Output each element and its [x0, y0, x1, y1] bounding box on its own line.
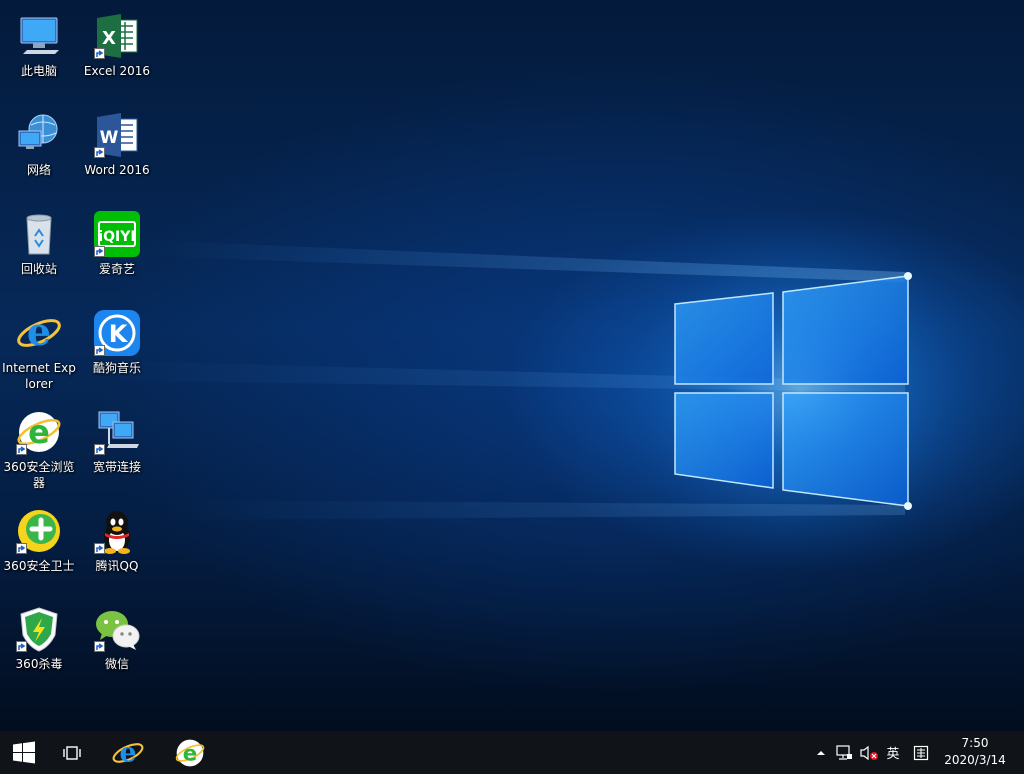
svg-text:X: X [102, 28, 116, 49]
desktop-icon-internet-explorer[interactable]: e Internet Explorer [1, 309, 77, 392]
360-browser-icon: e [175, 739, 205, 766]
shortcut-arrow-icon [94, 641, 105, 652]
desktop-icon-360-guard[interactable]: 360安全卫士 [1, 507, 77, 574]
taskbar: e e 英 7:50 2020/3/14 [0, 731, 1024, 774]
icon-label: 腾讯QQ [95, 559, 139, 573]
icon-label: 此电脑 [20, 64, 57, 78]
icon-label: Excel 2016 [83, 64, 151, 78]
shortcut-arrow-icon [16, 641, 27, 652]
desktop-icon-broadband[interactable]: 宽带连接 [79, 408, 155, 475]
taskbar-pinned-360-browser[interactable]: e [166, 731, 214, 774]
360-browser-icon: e [15, 408, 63, 456]
kugou-icon: K [93, 309, 141, 357]
desktop-icon-360-antivirus[interactable]: 360杀毒 [1, 605, 77, 672]
word-icon: W [93, 111, 141, 159]
desktop-icon-excel-2016[interactable]: X Excel 2016 [79, 12, 155, 79]
taskbar-clock[interactable]: 7:50 2020/3/14 [940, 735, 1010, 769]
icon-label: 360安全浏览器 [3, 460, 75, 490]
icon-label: 回收站 [20, 262, 57, 276]
network-status-icon [836, 744, 852, 760]
icon-label: 酷狗音乐 [92, 361, 141, 375]
network-icon [15, 111, 63, 159]
internet-explorer-icon: e [15, 309, 63, 357]
wechat-icon [93, 605, 141, 653]
desktop-icon-360-browser[interactable]: e 360安全浏览器 [1, 408, 77, 491]
chevron-up-icon [817, 750, 825, 755]
internet-explorer-icon: e [112, 737, 144, 768]
iqiyi-icon: iQIYI [93, 210, 141, 258]
ime-pinyin-icon [913, 745, 929, 760]
task-view-icon [63, 745, 81, 760]
recycle-bin-icon [15, 210, 63, 258]
desktop-icon-qq[interactable]: 腾讯QQ [79, 507, 155, 574]
shortcut-arrow-icon [16, 543, 27, 554]
svg-text:W: W [100, 128, 119, 148]
icon-label: 爱奇艺 [98, 262, 135, 276]
icon-label: Internet Explorer [2, 361, 76, 391]
windows-logo-icon [13, 741, 35, 763]
shortcut-arrow-icon [94, 345, 105, 356]
icon-label: 网络 [26, 163, 51, 177]
volume-muted-icon [860, 745, 878, 760]
360-antivirus-icon [15, 605, 63, 653]
svg-text:e: e [28, 413, 50, 451]
clock-date: 2020/3/14 [944, 753, 1006, 767]
icon-label: 360杀毒 [15, 657, 63, 671]
icon-label: 宽带连接 [92, 460, 141, 474]
icon-label: 微信 [104, 657, 129, 671]
shortcut-arrow-icon [94, 48, 105, 59]
clock-time: 7:50 [961, 736, 989, 750]
icon-label: Word 2016 [84, 163, 150, 177]
svg-text:iQIYI: iQIYI [98, 229, 135, 245]
svg-text:e: e [119, 737, 136, 768]
icon-label: 360安全卫士 [3, 559, 75, 573]
ime-mode-button[interactable] [910, 731, 932, 774]
volume-button[interactable] [857, 731, 881, 774]
start-button[interactable] [0, 731, 48, 774]
shortcut-arrow-icon [94, 444, 105, 455]
desktop-icon-kugou[interactable]: K 酷狗音乐 [79, 309, 155, 376]
excel-icon: X [93, 12, 141, 60]
desktop-icon-wechat[interactable]: 微信 [79, 605, 155, 672]
360-guard-icon [15, 507, 63, 555]
desktop-icon-network[interactable]: 网络 [1, 111, 77, 178]
shortcut-arrow-icon [94, 543, 105, 554]
shortcut-arrow-icon [94, 147, 105, 158]
desktop-icon-this-pc[interactable]: 此电脑 [1, 12, 77, 79]
svg-text:K: K [109, 320, 129, 348]
svg-text:e: e [183, 741, 197, 766]
desktop-icon-recycle-bin[interactable]: 回收站 [1, 210, 77, 277]
desktop-icon-word-2016[interactable]: W Word 2016 [79, 111, 155, 178]
svg-text:e: e [27, 309, 51, 354]
desktop-icon-iqiyi[interactable]: iQIYI 爱奇艺 [79, 210, 155, 277]
computer-icon [15, 12, 63, 60]
qq-icon [93, 507, 141, 555]
shortcut-arrow-icon [16, 444, 27, 455]
ime-language-indicator[interactable]: 英 [883, 731, 903, 774]
task-view-button[interactable] [48, 731, 96, 774]
broadband-icon [93, 408, 141, 456]
shortcut-arrow-icon [94, 246, 105, 257]
taskbar-pinned-ie[interactable]: e [104, 731, 152, 774]
desktop[interactable]: 此电脑 网络 回收站 e Internet Explorer e 360安全浏览… [0, 0, 1024, 731]
network-status-button[interactable] [833, 731, 855, 774]
tray-overflow-button[interactable] [812, 731, 830, 774]
